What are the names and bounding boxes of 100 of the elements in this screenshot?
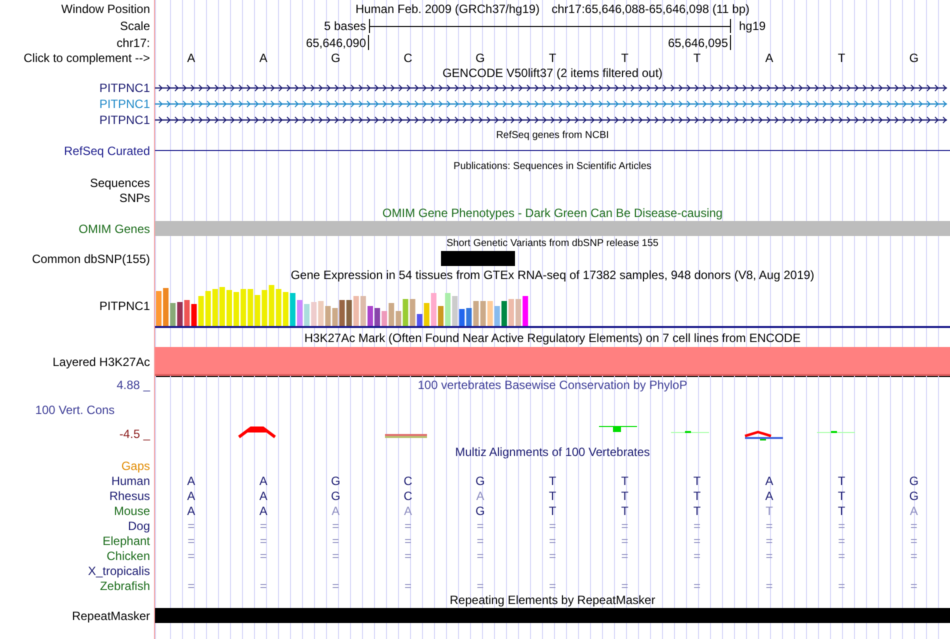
position-text: chr17:65,646,088-65,646,098 (11 bp): [552, 2, 750, 14]
track-label[interactable]: PITPNC1: [99, 300, 150, 312]
aligned-base: =: [403, 520, 412, 532]
gene-label[interactable]: PITPNC1: [99, 114, 150, 126]
axis-min-label: -4.5 _: [119, 428, 150, 440]
track-label[interactable]: Sequences: [90, 176, 150, 188]
aligned-base: A: [186, 490, 196, 502]
aligned-base: A: [258, 490, 268, 502]
track-label[interactable]: 100 Vert. Cons: [35, 404, 115, 416]
aligned-base: A: [475, 490, 486, 502]
track-label[interactable]: Layered H3K27Ac: [52, 356, 150, 368]
aligned-base: =: [764, 550, 774, 562]
dna-base[interactable]: C: [372, 52, 444, 64]
aligned-base: G: [330, 490, 342, 502]
track-label[interactable]: RepeatMasker: [72, 610, 150, 622]
track-title: OMIM Gene Phenotypes - Dark Green Can Be Disease-causing: [382, 206, 723, 218]
aligned-base: =: [476, 550, 485, 562]
aligned-base: T: [620, 474, 630, 486]
track-title: RefSeq genes from NCBI: [496, 130, 609, 140]
species-label[interactable]: Mouse: [114, 504, 150, 516]
aligned-base: =: [909, 534, 918, 546]
scale-text: 5 bases: [324, 20, 366, 32]
aligned-base: =: [258, 580, 268, 592]
aligned-base: T: [692, 490, 702, 502]
aligned-base: =: [476, 520, 485, 532]
dna-base[interactable]: T: [660, 52, 734, 64]
aligned-base: =: [692, 520, 702, 532]
aligned-base: G: [330, 474, 342, 486]
aligned-base: =: [476, 580, 485, 592]
aligned-base: =: [476, 534, 485, 546]
gene-label[interactable]: PITPNC1: [99, 98, 150, 110]
aligned-base: =: [909, 580, 918, 592]
species-label[interactable]: Dog: [128, 520, 150, 532]
aligned-base: =: [837, 580, 846, 592]
aligned-base: T: [836, 490, 846, 502]
row-label: Window Position: [61, 2, 150, 14]
track-label[interactable]: RefSeq Curated: [64, 144, 150, 156]
aligned-base: G: [474, 474, 486, 486]
dna-base[interactable]: A: [155, 52, 228, 64]
aligned-base: A: [764, 474, 774, 486]
aligned-base: =: [837, 520, 846, 532]
dna-base[interactable]: T: [588, 52, 661, 64]
aligned-base: =: [548, 534, 557, 546]
aligned-base: =: [331, 550, 340, 562]
aligned-base: T: [692, 504, 702, 516]
aligned-base: G: [474, 504, 486, 516]
track-label[interactable]: SNPs: [119, 192, 150, 204]
aligned-base: T: [836, 504, 846, 516]
dna-base[interactable]: G: [300, 52, 372, 64]
aligned-base: =: [692, 534, 702, 546]
species-label[interactable]: Chicken: [106, 550, 150, 562]
aligned-base: =: [403, 580, 412, 592]
complement-link[interactable]: Click to complement -->: [24, 52, 150, 64]
aligned-base: =: [837, 550, 846, 562]
dna-base[interactable]: A: [227, 52, 300, 64]
assembly-db-text: hg19: [738, 20, 767, 32]
aligned-base: =: [403, 550, 412, 562]
coordinate-text: 65,646,095: [668, 36, 728, 48]
aligned-base: =: [764, 580, 774, 592]
aligned-base: =: [909, 520, 918, 532]
aligned-base: =: [620, 550, 630, 562]
aligned-base: A: [330, 504, 341, 516]
dna-base[interactable]: T: [805, 52, 878, 64]
aligned-base: A: [258, 504, 268, 516]
species-label[interactable]: Human: [111, 474, 150, 486]
row-label: chr17:: [116, 36, 150, 48]
aligned-base: =: [548, 550, 557, 562]
aligned-base: =: [692, 580, 702, 592]
aligned-base: =: [620, 534, 630, 546]
track-title: H3K27Ac Mark (Often Found Near Active Regulatory Elements) on 7 cell lines from ENCODE: [304, 332, 801, 344]
assembly-text: Human Feb. 2009 (GRCh37/hg19): [355, 2, 540, 14]
aligned-base: C: [402, 474, 414, 486]
aligned-base: =: [837, 534, 846, 546]
aligned-base: =: [620, 520, 630, 532]
aligned-base: =: [403, 534, 412, 546]
gene-label[interactable]: PITPNC1: [99, 82, 150, 94]
species-label[interactable]: Rhesus: [109, 490, 150, 502]
dna-base[interactable]: G: [878, 52, 950, 64]
species-label[interactable]: X_tropicalis: [88, 564, 150, 576]
aligned-base: =: [331, 580, 340, 592]
aligned-base: =: [258, 550, 268, 562]
track-title: Publications: Sequences in Scientific Articles: [454, 162, 652, 172]
track-label[interactable]: OMIM Genes: [78, 222, 150, 234]
aligned-base: C: [402, 490, 414, 502]
aligned-base: =: [548, 520, 557, 532]
dna-base[interactable]: G: [444, 52, 516, 64]
species-label[interactable]: Zebrafish: [100, 580, 150, 592]
track-label[interactable]: Common dbSNP(155): [32, 252, 150, 264]
aligned-base: =: [764, 534, 774, 546]
dna-base[interactable]: T: [516, 52, 589, 64]
dna-base[interactable]: A: [733, 52, 806, 64]
aligned-base: =: [258, 520, 268, 532]
species-label[interactable]: Elephant: [102, 534, 150, 546]
track-title: GENCODE V50lift37 (2 items filtered out): [442, 66, 663, 78]
aligned-base: =: [692, 550, 702, 562]
aligned-base: =: [186, 520, 196, 532]
coordinate-text: 65,646,090: [306, 36, 366, 48]
aligned-base: A: [402, 504, 413, 516]
aligned-base: T: [548, 490, 558, 502]
aligned-base: =: [548, 580, 557, 592]
